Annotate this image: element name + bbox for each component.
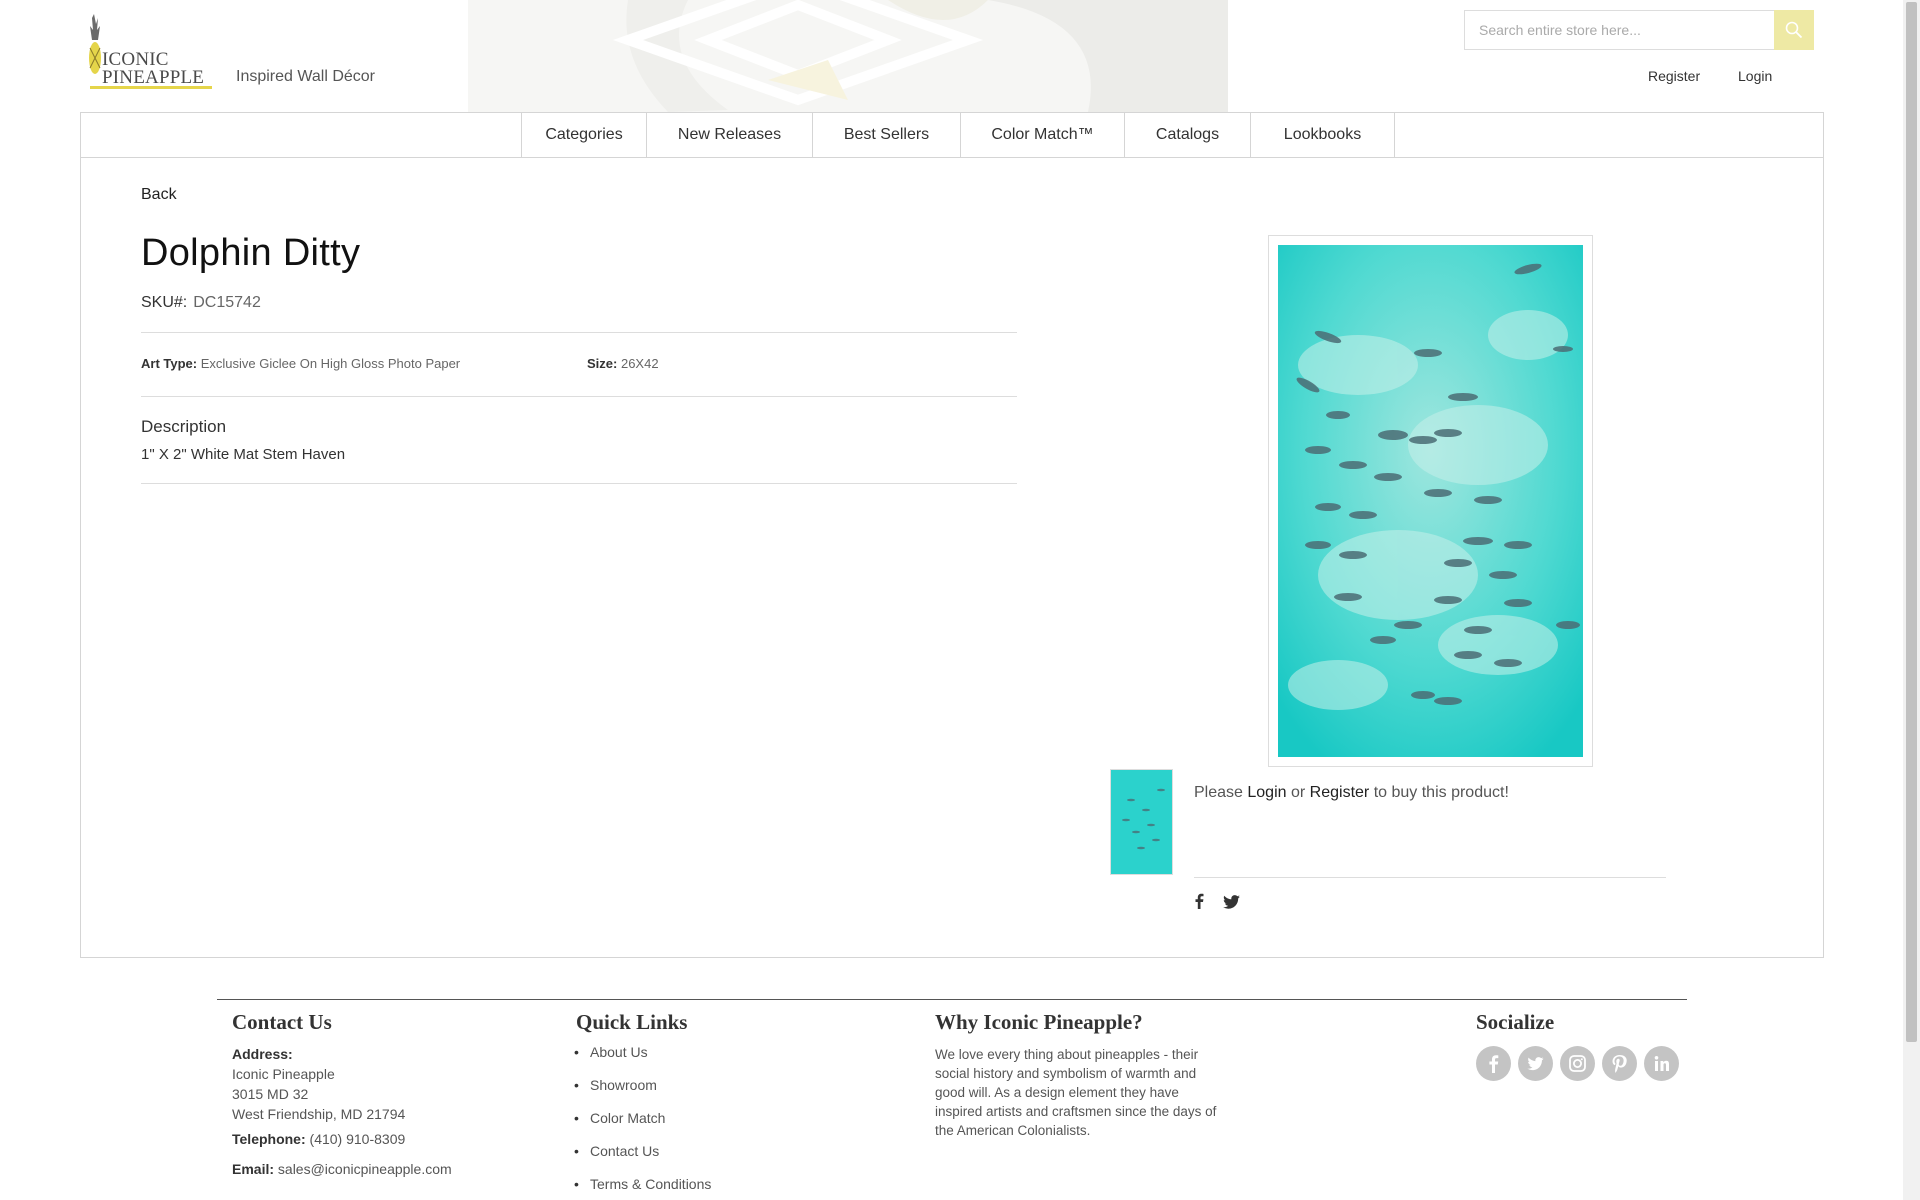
linkedin-social-button[interactable]	[1644, 1046, 1679, 1081]
contact-address: Address: Iconic Pineapple 3015 MD 32 Wes…	[232, 1044, 405, 1124]
scrollbar-thumb[interactable]	[1906, 2, 1917, 1042]
instagram-social-button[interactable]	[1560, 1046, 1595, 1081]
product-title: Dolphin Ditty	[141, 232, 361, 274]
facebook-icon	[1489, 1055, 1499, 1073]
quick-links-heading: Quick Links	[576, 1010, 688, 1034]
nav-new-releases[interactable]: New Releases	[647, 113, 813, 157]
nav-categories[interactable]: Categories	[521, 113, 647, 157]
why-line: inspired artists and craftsmen since the…	[935, 1104, 1217, 1119]
pinterest-social-button[interactable]	[1602, 1046, 1637, 1081]
search-bar	[1464, 10, 1814, 50]
quick-link-showroom[interactable]: Showroom	[574, 1077, 657, 1093]
product-image-frame	[1268, 235, 1593, 767]
divider	[141, 396, 1017, 397]
why-line: good will. As a design element they have	[935, 1085, 1179, 1100]
telephone-value[interactable]: (410) 910-8309	[310, 1131, 406, 1147]
description-heading: Description	[141, 417, 227, 436]
dolphins-artwork	[1278, 245, 1583, 757]
why-heading: Why Iconic Pineapple?	[935, 1010, 1143, 1034]
sku-value: DC15742	[193, 294, 261, 311]
why-line: social history and symbolism of warmth a…	[935, 1066, 1197, 1081]
search-input[interactable]	[1465, 11, 1775, 49]
back-link[interactable]: Back	[141, 186, 177, 204]
size: Size: 26X42	[587, 356, 659, 371]
twitter-social-button[interactable]	[1518, 1046, 1553, 1081]
logo-underline	[90, 86, 212, 89]
facebook-social-button[interactable]	[1476, 1046, 1511, 1081]
quick-link-contact[interactable]: Contact Us	[574, 1143, 659, 1159]
tagline: Inspired Wall Décor	[236, 68, 376, 85]
thumbnail-artwork	[1111, 770, 1172, 874]
contact-telephone: Telephone: (410) 910-8309	[232, 1129, 405, 1149]
linkedin-icon	[1654, 1056, 1669, 1071]
nav-lookbooks[interactable]: Lookbooks	[1251, 113, 1395, 157]
telephone-label: Telephone:	[232, 1131, 306, 1147]
product-thumbnail[interactable]	[1110, 769, 1173, 875]
address-line: West Friendship, MD 21794	[232, 1106, 406, 1122]
register-link[interactable]: Register	[1648, 68, 1700, 84]
facebook-share-icon[interactable]	[1194, 893, 1204, 909]
search-icon	[1785, 21, 1803, 39]
address-line: Iconic Pineapple	[232, 1066, 335, 1082]
product-sku: SKU#: DC15742	[141, 294, 261, 312]
contact-email: Email: sales@iconicpineapple.com	[232, 1159, 452, 1179]
art-type-label: Art Type:	[141, 356, 198, 371]
footer-divider	[217, 999, 1687, 1000]
logo-word-2: PINEAPPLE	[102, 67, 205, 88]
sku-label: SKU#:	[141, 294, 188, 311]
socialize-heading: Socialize	[1476, 1010, 1555, 1034]
size-label: Size:	[587, 356, 618, 371]
quick-link-about[interactable]: About Us	[574, 1044, 647, 1060]
why-line: We love every thing about pineapples - t…	[935, 1047, 1199, 1062]
buy-prompt: Please Login or Register to buy this pro…	[1194, 784, 1509, 802]
address-label: Address:	[232, 1046, 293, 1062]
buy-register-link[interactable]: Register	[1310, 784, 1370, 801]
quick-link-terms[interactable]: Terms & Conditions	[574, 1176, 711, 1192]
nav-best-sellers[interactable]: Best Sellers	[813, 113, 961, 157]
share-divider	[1194, 877, 1666, 878]
address-line: 3015 MD 32	[232, 1086, 309, 1102]
brand-logo[interactable]: ICONIC PINEAPPLE	[88, 14, 213, 90]
why-text: We love every thing about pineapples - t…	[935, 1045, 1216, 1140]
art-type: Art Type: Exclusive Giclee On High Gloss…	[141, 356, 460, 371]
email-label: Email:	[232, 1161, 275, 1177]
nav-catalogs[interactable]: Catalogs	[1125, 113, 1251, 157]
divider	[141, 483, 1017, 484]
size-value: 26X42	[620, 356, 659, 371]
nav-color-match[interactable]: Color Match™	[961, 113, 1125, 157]
main-nav: Categories New Releases Best Sellers Col…	[81, 113, 1823, 158]
pineapple-logo-icon	[89, 14, 101, 74]
product-image[interactable]	[1278, 245, 1583, 757]
buy-suffix: to buy this product!	[1373, 784, 1509, 801]
buy-prefix: Please	[1194, 784, 1243, 801]
login-link[interactable]: Login	[1738, 68, 1772, 84]
buy-login-link[interactable]: Login	[1247, 784, 1286, 801]
quick-link-color-match[interactable]: Color Match	[574, 1110, 666, 1126]
page-scrollbar[interactable]	[1903, 0, 1920, 1200]
why-line: the American Colonialists.	[935, 1123, 1091, 1138]
instagram-icon	[1569, 1055, 1586, 1072]
description-text: 1" X 2" White Mat Stem Haven	[141, 446, 346, 463]
pinterest-icon	[1612, 1055, 1627, 1073]
twitter-icon	[1527, 1057, 1544, 1071]
art-type-value: Exclusive Giclee On High Gloss Photo Pap…	[200, 356, 461, 371]
email-value[interactable]: sales@iconicpineapple.com	[278, 1161, 452, 1177]
buy-or: or	[1290, 784, 1306, 801]
search-button[interactable]	[1774, 10, 1814, 50]
header-decoration	[468, 0, 1228, 112]
contact-heading: Contact Us	[232, 1010, 332, 1034]
divider	[141, 332, 1017, 333]
twitter-share-icon[interactable]	[1223, 895, 1240, 909]
